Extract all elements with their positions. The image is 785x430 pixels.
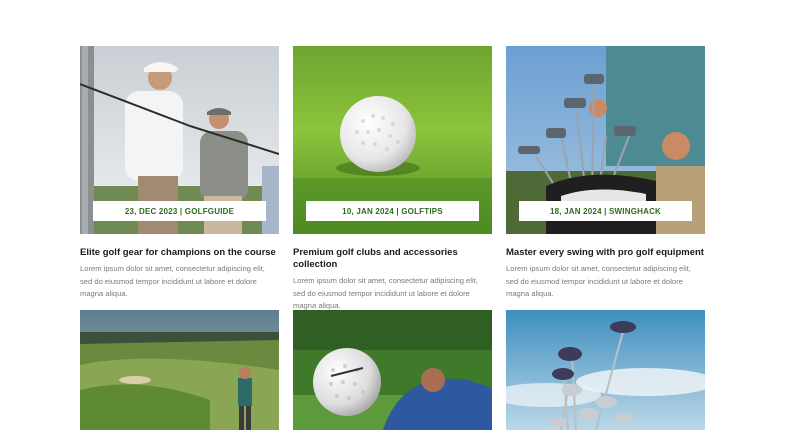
post-date-badge: 10, JAN 2024 | GOLFTIPS <box>306 201 479 221</box>
blog-card <box>506 310 705 430</box>
blog-card-image-golf-bag[interactable]: 18, JAN 2024 | SWINGHACK <box>506 46 705 234</box>
post-excerpt: Lorem ipsum dolor sit amet, consectetur … <box>506 264 691 298</box>
blog-card: 10, JAN 2024 | GOLFTIPS Premium golf clu… <box>293 46 492 313</box>
post-title[interactable]: Master every swing with pro golf equipme… <box>506 247 705 259</box>
blog-card-image-golf-ball[interactable]: 10, JAN 2024 | GOLFTIPS <box>293 46 492 234</box>
post-title[interactable]: Premium golf clubs and accessories colle… <box>293 247 492 271</box>
blog-card-image-golfers[interactable]: 23, DEC 2023 | GOLFGUIDE <box>80 46 279 234</box>
blog-card <box>293 310 492 430</box>
post-date-badge: 23, DEC 2023 | GOLFGUIDE <box>93 201 266 221</box>
blog-card: 18, JAN 2024 | SWINGHACK Master every sw… <box>506 46 705 301</box>
blog-card-image-golf-course[interactable] <box>80 310 279 430</box>
blog-card <box>80 310 279 430</box>
blog-card: 23, DEC 2023 | GOLFGUIDE Elite golf gear… <box>80 46 279 301</box>
post-date-badge: 18, JAN 2024 | SWINGHACK <box>519 201 692 221</box>
blog-card-image-ball-in-flight[interactable] <box>293 310 492 430</box>
post-excerpt: Lorem ipsum dolor sit amet, consectetur … <box>293 276 478 310</box>
blog-card-image-club-heads[interactable] <box>506 310 705 430</box>
post-title[interactable]: Elite golf gear for champions on the cou… <box>80 247 279 259</box>
post-excerpt: Lorem ipsum dolor sit amet, consectetur … <box>80 264 265 298</box>
